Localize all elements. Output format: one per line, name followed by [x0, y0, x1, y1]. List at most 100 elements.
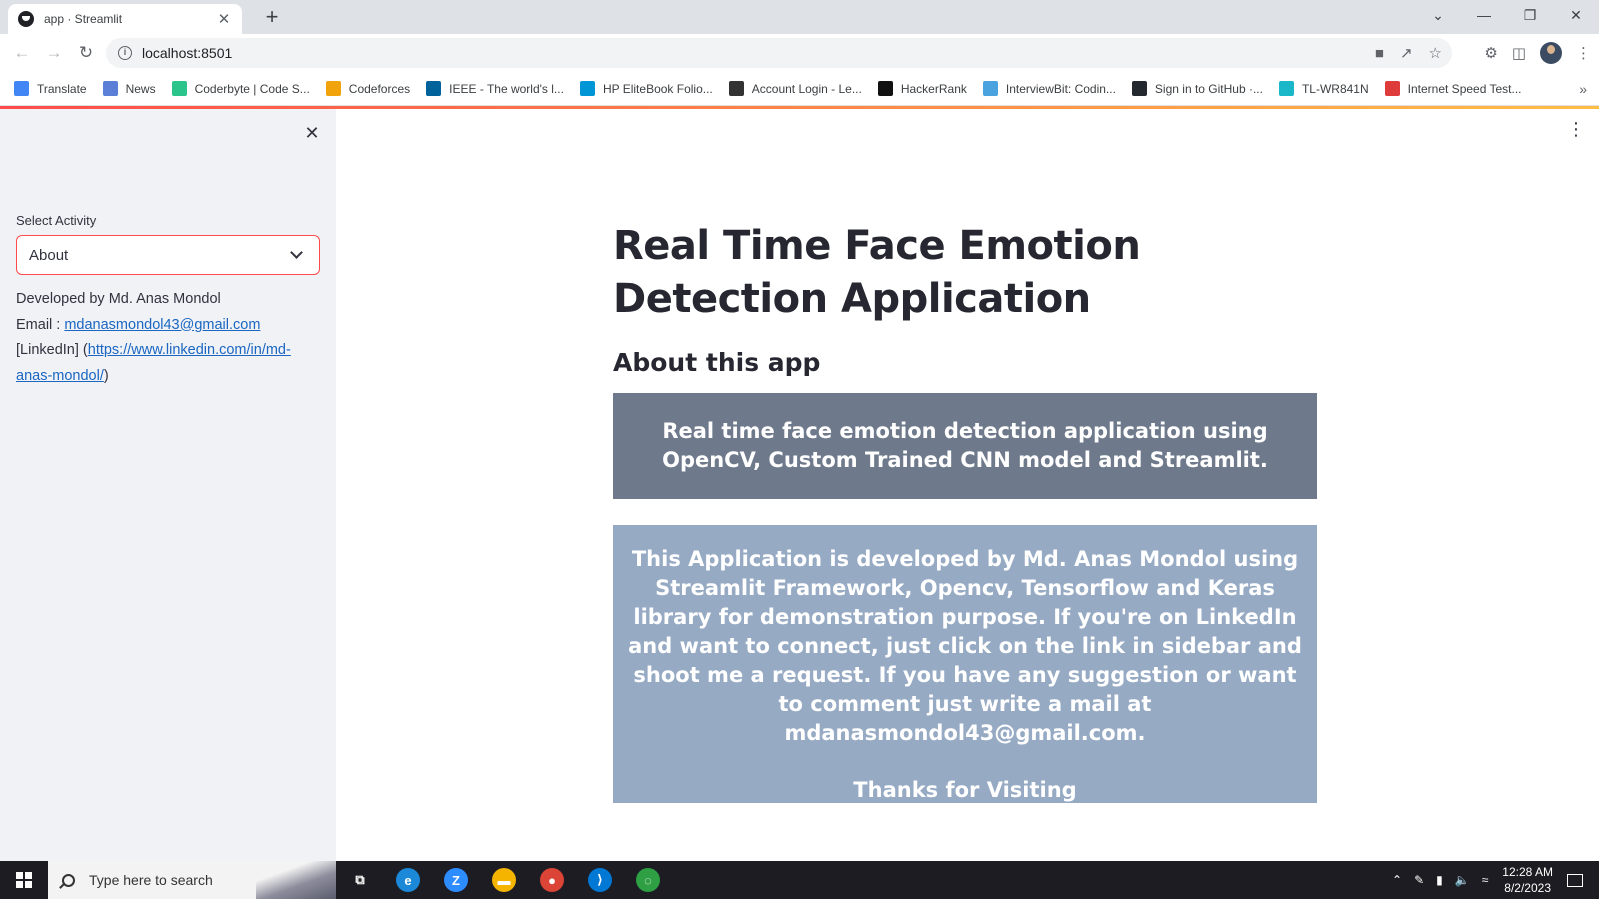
- bookmark-item[interactable]: InterviewBit: Codin...: [982, 81, 1116, 96]
- taskbar-search-placeholder: Type here to search: [89, 872, 213, 888]
- email-link[interactable]: mdanasmondol43@gmail.com: [64, 317, 260, 333]
- taskbar: Type here to search ⧉ e Z ▬ ● ⟩ ◌ ⌃ ✎ ▮ 🔈 ≈ 12…: [0, 861, 1599, 899]
- browser-tab-bar: app · Streamlit ✕ + ⌄ — ❐ ✕: [0, 0, 1599, 34]
- bookmark-item[interactable]: HackerRank: [877, 81, 967, 96]
- activity-select[interactable]: About: [16, 235, 320, 275]
- bookmark-item[interactable]: Internet Speed Test...: [1384, 81, 1522, 96]
- toolbar-right: ⚙ ◫ ⋮: [1484, 38, 1591, 68]
- main-content: Real Time Face Emotion Detection Applica…: [613, 220, 1317, 803]
- bookmark-label: Sign in to GitHub ·...: [1154, 81, 1263, 96]
- pen-icon[interactable]: ✎: [1414, 873, 1424, 887]
- bookmark-item[interactable]: Codeforces: [325, 81, 411, 96]
- bookmark-item[interactable]: Account Login - Le...: [728, 81, 862, 96]
- clock-time: 12:28 AM: [1502, 865, 1553, 879]
- interviewbit-icon: [982, 81, 998, 96]
- taskbar-clock[interactable]: 12:28 AM 8/2/2023: [1502, 864, 1553, 896]
- ieee-icon: [426, 81, 442, 96]
- main-menu-icon[interactable]: ⋮: [1567, 120, 1585, 138]
- bookmark-item[interactable]: HP EliteBook Folio...: [579, 81, 713, 96]
- battery-icon[interactable]: ▮: [1436, 873, 1443, 887]
- translate-icon: [14, 81, 29, 96]
- developer-credit: Developed by Md. Anas Mondol: [16, 291, 221, 307]
- sidebar-info: Developed by Md. Anas Mondol Email : mda…: [16, 287, 322, 389]
- search-icon: [62, 873, 75, 887]
- bookmark-item[interactable]: Sign in to GitHub ·...: [1131, 81, 1263, 96]
- speedtest-icon: [1384, 81, 1400, 96]
- chevron-down-icon: [290, 246, 303, 259]
- details-text: This Application is developed by Md. Ana…: [628, 547, 1302, 745]
- chrome-icon[interactable]: ●: [528, 861, 576, 899]
- taskbar-app-glyph: ⟩: [588, 868, 612, 892]
- search-highlight-image: [256, 861, 336, 899]
- restore-button[interactable]: ❐: [1507, 0, 1553, 30]
- minimize-button[interactable]: —: [1461, 0, 1507, 30]
- browser-tab[interactable]: app · Streamlit ✕: [8, 4, 242, 34]
- address-bar[interactable]: i localhost:8501 ■ ↗ ☆: [106, 38, 1452, 68]
- bookmark-item[interactable]: IEEE - The world's l...: [426, 81, 564, 96]
- browser-menu-icon[interactable]: ⋮: [1576, 44, 1591, 62]
- tray-overflow-icon[interactable]: ⌃: [1392, 873, 1402, 887]
- sidebar: ✕ Select Activity About Developed by Md.…: [0, 109, 336, 861]
- news-icon: [102, 81, 118, 96]
- page-title: Real Time Face Emotion Detection Applica…: [613, 223, 1141, 322]
- start-button[interactable]: [0, 861, 48, 899]
- taskbar-app-glyph: ⧉: [348, 868, 372, 892]
- bookmark-label: Account Login - Le...: [751, 81, 862, 96]
- codeforces-icon: [325, 81, 341, 96]
- github-icon: [1131, 81, 1147, 96]
- bookmark-item[interactable]: TL-WR841N: [1278, 81, 1369, 96]
- window-controls: ⌄ — ❐ ✕: [1415, 0, 1599, 30]
- bookmarks-overflow-icon[interactable]: »: [1579, 81, 1587, 97]
- close-window-button[interactable]: ✕: [1553, 0, 1599, 30]
- taskbar-app-glyph: Z: [444, 868, 468, 892]
- zoom-icon[interactable]: Z: [432, 861, 480, 899]
- taskbar-app-glyph: ●: [540, 868, 564, 892]
- back-arrow-icon[interactable]: ←: [6, 37, 38, 69]
- task-view-icon[interactable]: ⧉: [336, 861, 384, 899]
- windows-logo-icon: [16, 872, 32, 888]
- bookmark-label: Codeforces: [348, 81, 411, 96]
- bookmark-item[interactable]: Translate: [14, 81, 87, 96]
- wifi-icon[interactable]: ≈: [1482, 873, 1489, 887]
- streamlit-favicon-icon: [18, 11, 34, 27]
- tab-close-icon[interactable]: ✕: [216, 10, 232, 28]
- tab-title: app · Streamlit: [44, 12, 123, 26]
- thanks-text: Thanks for Visiting: [853, 778, 1077, 802]
- bookmark-label: Internet Speed Test...: [1407, 81, 1522, 96]
- bookmark-label: TL-WR841N: [1301, 81, 1369, 96]
- tab-search-icon[interactable]: ⌄: [1415, 0, 1461, 30]
- forward-arrow-icon[interactable]: →: [38, 37, 70, 69]
- file-explorer-icon[interactable]: ▬: [480, 861, 528, 899]
- camera-icon[interactable]: ■: [1375, 45, 1384, 62]
- linkedin-line: [LinkedIn] (https://www.linkedin.com/in/…: [16, 338, 322, 389]
- share-icon[interactable]: ↗: [1400, 44, 1413, 62]
- details-box: This Application is developed by Md. Ana…: [613, 525, 1317, 803]
- reload-icon[interactable]: ↻: [70, 37, 102, 69]
- taskbar-app-glyph: ▬: [492, 868, 516, 892]
- volume-icon[interactable]: 🔈: [1455, 873, 1470, 887]
- new-tab-button[interactable]: +: [258, 4, 286, 32]
- bookmark-label: News: [125, 81, 156, 96]
- activity-select-value: About: [29, 246, 69, 264]
- hackerrank-icon: [877, 81, 893, 96]
- vscode-icon[interactable]: ⟩: [576, 861, 624, 899]
- taskbar-search[interactable]: Type here to search: [48, 861, 336, 899]
- bookmark-label: IEEE - The world's l...: [449, 81, 564, 96]
- bookmark-item[interactable]: Coderbyte | Code S...: [171, 81, 310, 96]
- taskbar-app-glyph: e: [396, 868, 420, 892]
- notifications-icon[interactable]: [1567, 873, 1583, 887]
- bookmark-item[interactable]: News: [102, 81, 156, 96]
- sidebar-close-icon[interactable]: ✕: [300, 123, 324, 147]
- edge-icon[interactable]: e: [384, 861, 432, 899]
- taskbar-apps: ⧉ e Z ▬ ● ⟩ ◌: [336, 861, 672, 899]
- app-ring-icon[interactable]: ◌: [624, 861, 672, 899]
- side-panel-icon[interactable]: ◫: [1512, 44, 1526, 62]
- about-subheader: About this app: [613, 348, 821, 377]
- profile-avatar[interactable]: [1540, 42, 1562, 64]
- site-info-icon[interactable]: i: [118, 46, 132, 60]
- extensions-icon[interactable]: ⚙: [1484, 44, 1497, 62]
- linkedin-suffix: ): [103, 367, 109, 384]
- bookmark-label: InterviewBit: Codin...: [1005, 81, 1116, 96]
- hp-icon: [579, 81, 595, 96]
- bookmark-star-icon[interactable]: ☆: [1429, 44, 1442, 62]
